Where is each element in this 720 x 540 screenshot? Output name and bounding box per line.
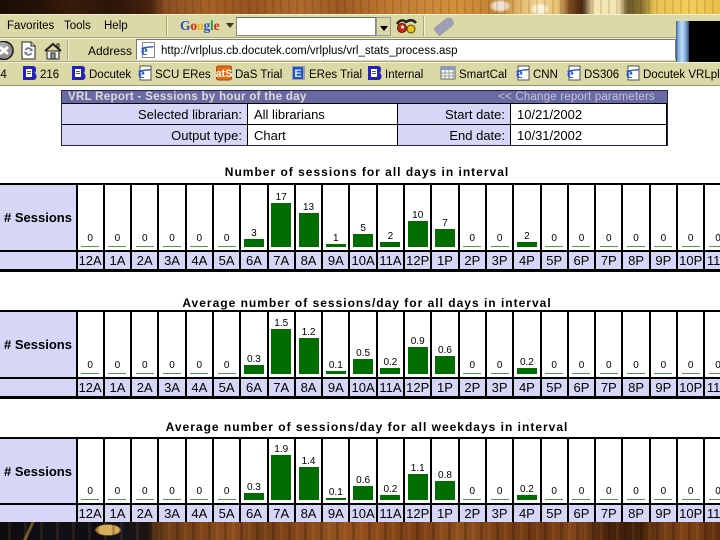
- svg-text:e: e: [626, 66, 633, 81]
- svg-text:e: e: [516, 66, 523, 81]
- svg-text:atS: atS: [216, 68, 232, 80]
- svg-text:e: e: [141, 43, 148, 58]
- svg-text:e: e: [567, 66, 574, 81]
- svg-text:e: e: [138, 66, 145, 81]
- svg-text:E: E: [294, 68, 301, 80]
